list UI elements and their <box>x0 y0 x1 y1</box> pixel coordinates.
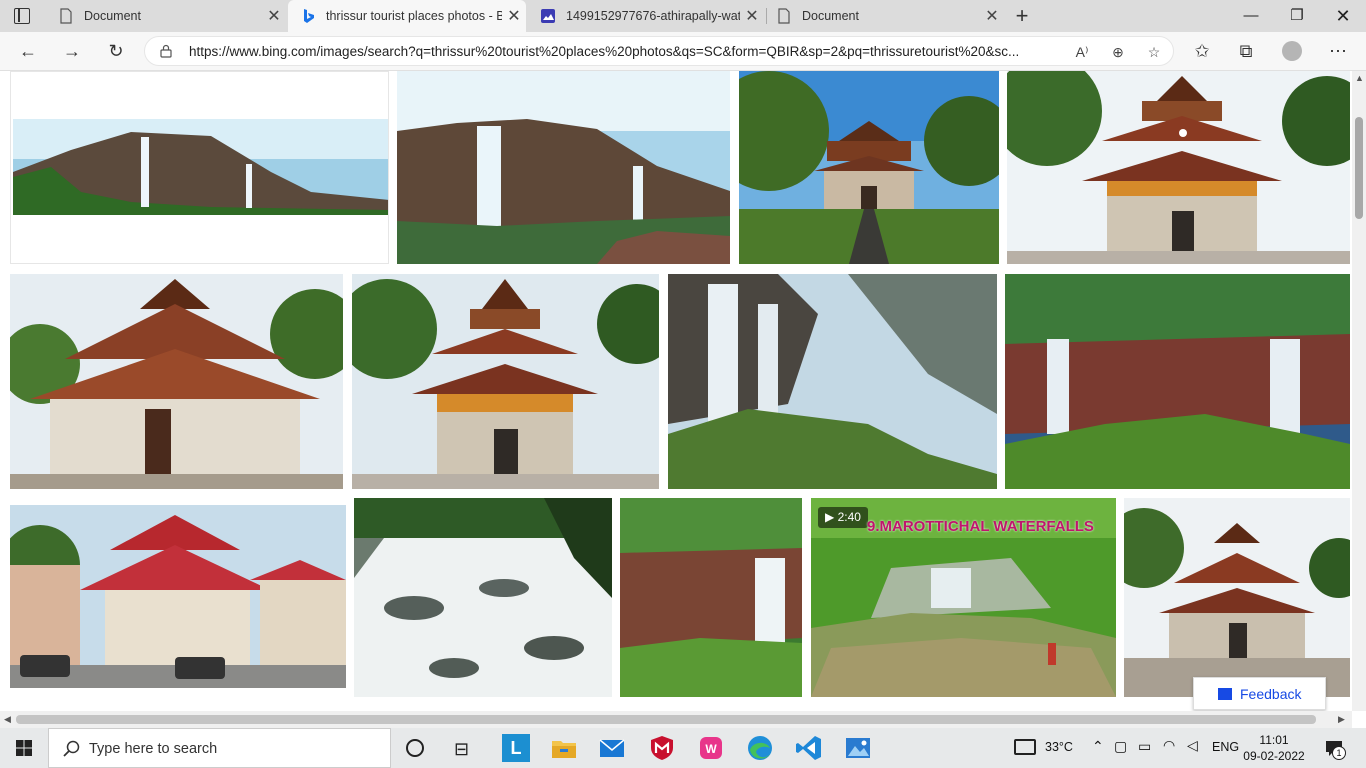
edge-browser-icon[interactable] <box>746 734 774 762</box>
windows-start-icon[interactable] <box>16 740 32 756</box>
result-image-temple[interactable] <box>10 505 346 688</box>
tab-document-1[interactable]: Document ✕ <box>46 0 286 32</box>
video-duration-text: 2:40 <box>837 510 861 524</box>
volume-icon[interactable]: ◁ <box>1187 737 1198 754</box>
result-image-waterfall[interactable] <box>1005 274 1350 489</box>
video-duration-badge: ▶ 2:40 <box>818 507 868 528</box>
wps-office-icon[interactable]: W <box>697 734 725 762</box>
tab-document-2[interactable]: Document ✕ <box>764 0 1004 32</box>
video-overlay-caption: 9.MAROTTICHAL WATERFALLS <box>867 518 1094 535</box>
image-results-grid: ▶ 2:40 9.MAROTTICHAL WATERFALLS <box>0 71 1352 711</box>
scrollbar-thumb[interactable] <box>16 715 1316 724</box>
lock-icon[interactable] <box>159 44 173 58</box>
result-image-waterfall[interactable] <box>620 498 802 697</box>
mail-icon[interactable] <box>598 734 626 762</box>
device-icon[interactable]: ▢ <box>1114 738 1127 755</box>
vscode-icon[interactable] <box>795 734 823 762</box>
feedback-label: Feedback <box>1240 685 1302 702</box>
result-image-rapids[interactable] <box>354 498 612 697</box>
image-icon <box>540 8 556 24</box>
result-image-temple[interactable] <box>352 274 659 489</box>
result-image-waterfall[interactable] <box>397 71 730 264</box>
lens-app-icon[interactable]: L <box>502 734 530 762</box>
add-favorite-icon[interactable]: ☆ <box>1143 42 1165 62</box>
language-indicator[interactable]: ENG <box>1212 740 1239 754</box>
document-icon <box>58 8 74 24</box>
close-icon[interactable]: ✕ <box>740 6 764 26</box>
search-icon <box>63 740 81 758</box>
feedback-button[interactable]: Feedback <box>1193 677 1326 710</box>
document-icon <box>776 8 792 24</box>
forward-button[interactable]: → <box>56 36 88 66</box>
favorites-icon[interactable]: ✩ <box>1186 36 1218 66</box>
minimize-button[interactable]: — <box>1228 0 1274 32</box>
address-bar[interactable]: https://www.bing.com/images/search?q=thr… <box>144 36 1174 66</box>
scroll-up-arrow[interactable]: ▲ <box>1355 73 1364 83</box>
tab-title: Document <box>84 9 141 23</box>
tab-strip: Document ✕ thrissur tourist places photo… <box>0 0 1366 32</box>
result-image-temple[interactable] <box>10 274 343 489</box>
refresh-button[interactable]: ↻ <box>100 36 132 66</box>
result-image-temple[interactable] <box>1007 71 1350 264</box>
tab-image-file[interactable]: 1499152977676-athirapally-wate ✕ <box>528 0 764 32</box>
chat-icon <box>1218 687 1232 700</box>
browser-toolbar: ← → ↻ https://www.bing.com/images/search… <box>0 32 1366 71</box>
taskbar-search-box[interactable]: Type here to search <box>48 728 391 768</box>
back-button[interactable]: ← <box>12 36 44 66</box>
weather-temperature[interactable]: 33°C <box>1045 740 1073 754</box>
read-aloud-icon[interactable]: A⁾ <box>1071 42 1093 62</box>
scroll-right-arrow[interactable]: ▶ <box>1338 714 1345 725</box>
battery-icon[interactable]: ▭ <box>1138 738 1151 755</box>
clock-date: 09-02-2022 <box>1243 749 1305 763</box>
result-image-temple[interactable] <box>1124 498 1350 697</box>
svg-text:W: W <box>705 742 717 756</box>
scroll-left-arrow[interactable]: ◀ <box>4 714 11 725</box>
tab-bing-search[interactable]: thrissur tourist places photos - B ✕ <box>288 0 526 32</box>
tab-actions-icon[interactable] <box>14 8 30 24</box>
result-image-waterfall[interactable] <box>668 274 997 489</box>
zoom-icon[interactable]: ⊕ <box>1107 42 1129 62</box>
tab-title: 1499152977676-athirapally-wate <box>566 9 740 23</box>
collections-icon[interactable]: ⧉ <box>1230 36 1262 66</box>
close-icon[interactable]: ✕ <box>502 6 526 26</box>
search-placeholder: Type here to search <box>89 741 218 757</box>
task-view-icon[interactable]: ⊟ <box>454 739 469 760</box>
taskbar-clock[interactable]: 11:01 09-02-2022 <box>1242 732 1306 764</box>
new-tab-button[interactable]: + <box>1008 0 1036 32</box>
clock-time: 11:01 <box>1259 733 1289 747</box>
close-icon[interactable]: ✕ <box>262 6 286 26</box>
url-text[interactable]: https://www.bing.com/images/search?q=thr… <box>189 44 1059 59</box>
horizontal-scrollbar[interactable]: ◀ ▶ <box>0 711 1352 728</box>
wifi-icon[interactable]: ◠ <box>1163 737 1175 754</box>
show-hidden-icons-chevron-icon[interactable]: ⌃ <box>1092 738 1104 755</box>
result-image-temple[interactable] <box>739 71 999 264</box>
restore-button[interactable]: ❐ <box>1274 0 1320 32</box>
weather-icon[interactable] <box>1014 739 1036 755</box>
bing-icon <box>300 8 316 24</box>
file-explorer-icon[interactable] <box>550 734 578 762</box>
tab-title: Document <box>802 9 859 23</box>
notification-count-badge: 1 <box>1332 746 1346 760</box>
vertical-scrollbar[interactable]: ▲ <box>1352 71 1366 711</box>
close-icon[interactable]: ✕ <box>980 6 1004 26</box>
photos-icon[interactable] <box>844 734 872 762</box>
taskbar: Type here to search ⊟ L W 33°C ⌃ ▢ ▭ ◠ ◁… <box>0 728 1366 768</box>
notification-center-icon[interactable]: 1 <box>1324 738 1346 760</box>
close-window-button[interactable]: ✕ <box>1320 0 1366 32</box>
settings-more-icon[interactable]: ⋯ <box>1322 36 1354 66</box>
result-image-waterfall[interactable] <box>10 71 389 264</box>
profile-avatar[interactable] <box>1282 41 1302 61</box>
scrollbar-thumb[interactable] <box>1355 117 1363 219</box>
cortana-icon[interactable] <box>406 739 424 757</box>
tab-title: thrissur tourist places photos - B <box>326 9 502 23</box>
mcafee-icon[interactable] <box>648 734 676 762</box>
